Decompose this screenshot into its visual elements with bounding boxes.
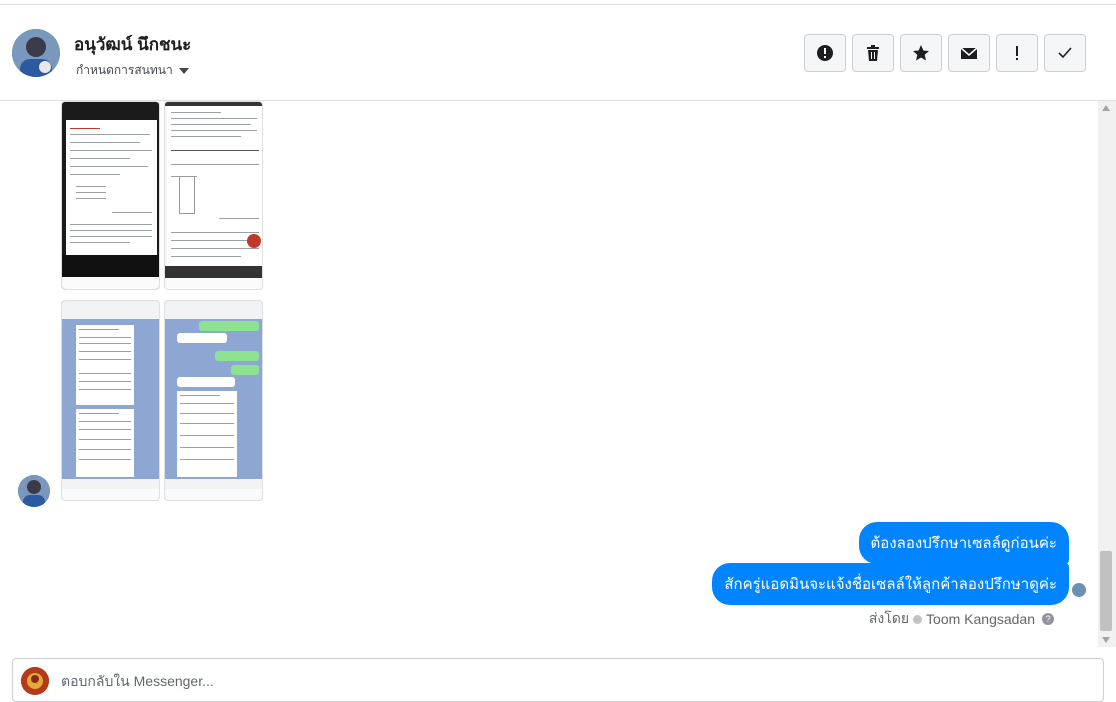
outgoing-message[interactable]: สักครู่แอดมินจะแจ้งชื่อเซลล์ให้ลูกค้าลอง… [712, 563, 1069, 605]
exclamation-circle-icon [817, 45, 833, 61]
conversation-settings-dropdown[interactable]: กำหนดการสนทนา [76, 61, 189, 80]
check-icon [1058, 47, 1072, 59]
header-actions [804, 34, 1086, 72]
caret-down-icon [178, 67, 189, 74]
conversation-header: อนุวัฒน์ นึกชนะ กำหนดการสนทนา [0, 5, 1116, 101]
message-thread: ต้องลองปรึกษาเซลล์ดูก่อนค่ะ สักครู่แอดมิ… [0, 101, 1100, 647]
delete-button[interactable] [852, 34, 894, 72]
spam-button[interactable] [804, 34, 846, 72]
exclamation-icon [1016, 46, 1018, 60]
star-button[interactable] [900, 34, 942, 72]
contact-name[interactable]: อนุวัฒน์ นึกชนะ [74, 31, 191, 58]
sent-by-prefix: ส่งโดย [868, 610, 910, 626]
reply-input[interactable] [61, 673, 961, 689]
attachment-image[interactable] [61, 300, 160, 501]
envelope-icon [960, 47, 978, 59]
reply-composer [12, 658, 1104, 702]
scroll-thumb[interactable] [1100, 551, 1112, 631]
trash-icon [867, 45, 879, 61]
sender-avatar[interactable] [18, 475, 50, 507]
thread-scrollbar[interactable] [1098, 101, 1116, 647]
attachment-image[interactable] [61, 101, 160, 290]
scroll-up-arrow-icon[interactable] [1102, 105, 1110, 111]
star-icon [913, 45, 929, 61]
attachment-image[interactable] [164, 300, 263, 501]
sent-by-info: ส่งโดย Toom Kangsadan ? [869, 608, 1054, 630]
mark-done-button[interactable] [1044, 34, 1086, 72]
check-circle-icon [913, 614, 923, 624]
page-avatar [21, 667, 49, 695]
seen-avatar [1072, 583, 1086, 597]
attachment-image[interactable] [164, 101, 263, 290]
scroll-down-arrow-icon[interactable] [1102, 637, 1110, 643]
help-icon[interactable]: ? [1042, 613, 1054, 625]
outgoing-message[interactable]: ต้องลองปรึกษาเซลล์ดูก่อนค่ะ [858, 522, 1069, 564]
mark-unread-button[interactable] [948, 34, 990, 72]
sent-by-name[interactable]: Toom Kangsadan [926, 611, 1035, 627]
conversation-settings-label: กำหนดการสนทนา [76, 63, 173, 77]
contact-avatar[interactable] [12, 29, 60, 77]
follow-up-button[interactable] [996, 34, 1038, 72]
